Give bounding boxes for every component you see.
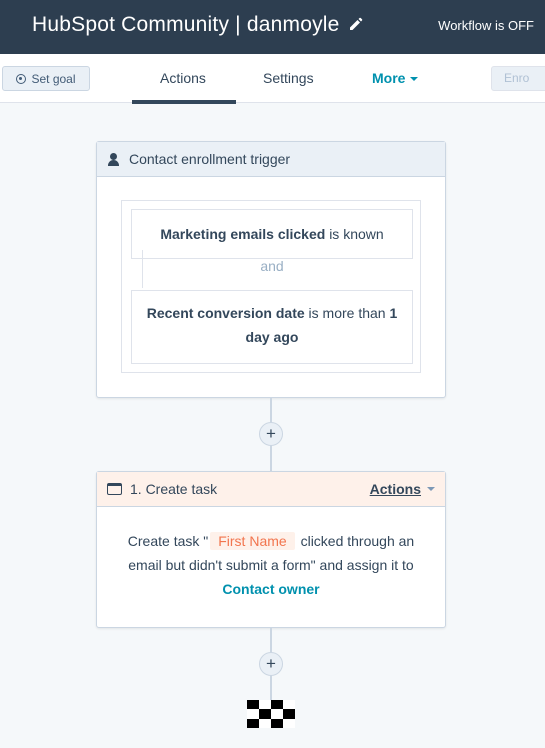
task-description: Create task " First Name clicked through … xyxy=(97,507,445,601)
filter-joiner: and xyxy=(260,258,284,274)
enroll-label: Enro xyxy=(504,71,530,85)
contact-owner-link[interactable]: Contact owner xyxy=(222,581,319,597)
filter-operator: is known xyxy=(329,226,384,242)
task-actions-dropdown[interactable]: Actions xyxy=(370,481,435,497)
contact-icon xyxy=(107,152,120,166)
task-actions-label: Actions xyxy=(369,481,421,497)
tab-actions[interactable]: Actions xyxy=(160,70,206,86)
filter-group: Marketing emails clicked is known and Re… xyxy=(121,200,421,373)
tab-more[interactable]: More xyxy=(372,70,419,86)
task-card-header: 1. Create task Actions xyxy=(97,472,445,507)
filter-operator: is more than xyxy=(308,305,386,321)
toolbar: Set goal Actions Settings More Enro xyxy=(0,54,545,104)
create-task-card[interactable]: 1. Create task Actions Create task " Firs… xyxy=(96,471,446,628)
tab-settings[interactable]: Settings xyxy=(263,70,314,86)
task-icon xyxy=(107,483,122,495)
set-goal-button[interactable]: Set goal xyxy=(2,66,90,91)
target-icon xyxy=(16,73,27,84)
enroll-button[interactable]: Enro xyxy=(491,66,545,91)
task-text-prefix: Create task " xyxy=(127,533,209,549)
trigger-header-label: Contact enrollment trigger xyxy=(129,151,291,167)
workflow-title[interactable]: HubSpot Community | danmoyle xyxy=(32,13,340,37)
active-tab-indicator xyxy=(132,100,236,104)
set-goal-label: Set goal xyxy=(31,71,76,86)
filter-recent-conversion-date[interactable]: Recent conversion date is more than 1 da… xyxy=(131,290,413,364)
tab-more-label: More xyxy=(372,70,406,86)
filter-property: Marketing emails clicked xyxy=(160,226,326,242)
pencil-icon[interactable] xyxy=(348,16,364,32)
checkered-flag-icon xyxy=(247,700,295,728)
enrollment-trigger-card[interactable]: Contact enrollment trigger Marketing ema… xyxy=(96,141,446,398)
first-name-token: First Name xyxy=(210,532,295,550)
add-action-button[interactable]: + xyxy=(259,652,283,676)
top-bar: HubSpot Community | danmoyle Workflow is… xyxy=(0,0,545,54)
chevron-down-icon xyxy=(410,77,419,82)
filter-marketing-emails-clicked[interactable]: Marketing emails clicked is known xyxy=(131,209,413,259)
filter-property: Recent conversion date xyxy=(146,305,305,321)
add-action-button[interactable]: + xyxy=(259,422,283,446)
task-header-label: 1. Create task xyxy=(130,481,218,497)
workflow-status[interactable]: Workflow is OFF xyxy=(438,18,534,33)
trigger-card-header: Contact enrollment trigger xyxy=(97,142,445,177)
chevron-down-icon xyxy=(427,487,435,491)
